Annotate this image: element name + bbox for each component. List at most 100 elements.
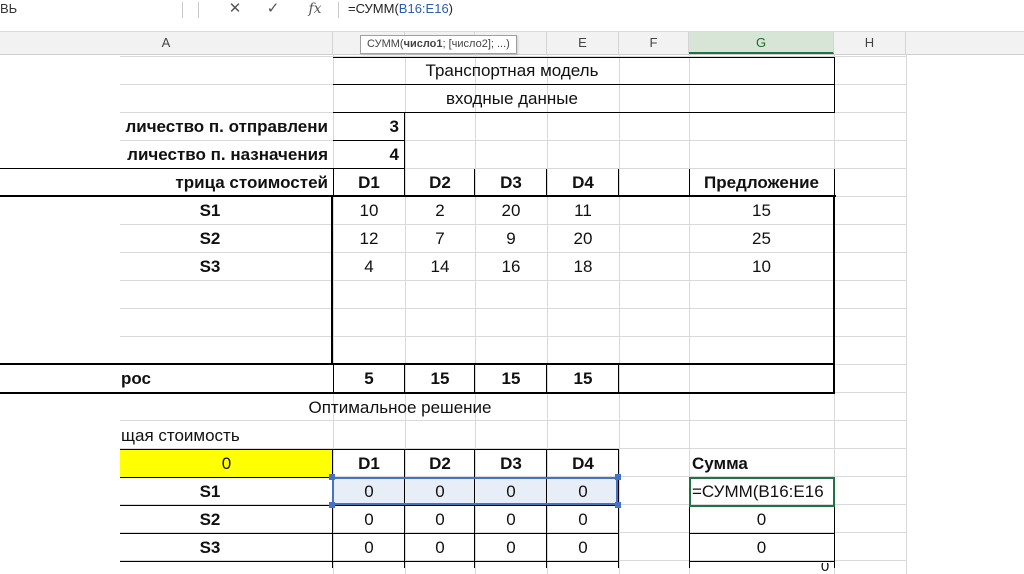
destination-header[interactable]: D3 (475, 169, 547, 197)
destination-header[interactable]: D2 (405, 450, 475, 478)
supply-cell[interactable]: 25 (689, 225, 834, 253)
border-line (474, 365, 475, 393)
source-label[interactable]: S3 (120, 253, 300, 281)
solution-cell[interactable]: 0 (333, 534, 405, 562)
cost-cell[interactable]: 7 (405, 225, 475, 253)
source-label[interactable]: S3 (120, 534, 300, 562)
solution-cell[interactable]: 0 (333, 506, 405, 534)
cost-cell[interactable]: 16 (475, 253, 547, 281)
senders-label[interactable]: личество п. отправлени (0, 113, 328, 141)
selection-handle[interactable] (329, 474, 335, 480)
border-line (404, 365, 405, 393)
gridline (120, 336, 906, 337)
border-line (404, 113, 405, 169)
selection-handle[interactable] (615, 474, 621, 480)
border-line (120, 449, 619, 450)
cost-matrix-label[interactable]: трица стоимостей (0, 169, 328, 197)
demand-cell[interactable]: 5 (333, 365, 405, 393)
source-label[interactable]: S2 (120, 506, 300, 534)
cost-cell[interactable]: 20 (475, 197, 547, 225)
border-line (689, 533, 835, 534)
sum-cell[interactable]: 0 (689, 506, 834, 534)
border-line (689, 169, 690, 197)
border-line (689, 561, 835, 562)
solution-cell[interactable]: 0 (475, 506, 547, 534)
border-line (618, 365, 619, 393)
border-line (546, 365, 547, 393)
demand-cell[interactable]: 15 (475, 365, 547, 393)
sum-header[interactable]: Сумма (692, 450, 832, 478)
active-cell[interactable] (689, 477, 835, 507)
senders-value[interactable]: 3 (333, 113, 399, 141)
cost-cell[interactable]: 20 (547, 225, 619, 253)
total-cost-value[interactable]: 0 (120, 450, 333, 478)
cost-cell[interactable]: 10 (333, 197, 405, 225)
destination-header[interactable]: D4 (547, 169, 619, 197)
supply-cell[interactable]: 10 (689, 253, 834, 281)
solution-cell[interactable]: 0 (405, 534, 475, 562)
border-line (618, 450, 619, 568)
gridline (906, 54, 907, 574)
receivers-value[interactable]: 4 (333, 141, 399, 169)
cost-cell[interactable]: 14 (405, 253, 475, 281)
border-line (0, 392, 835, 394)
solution-cell[interactable]: 0 (405, 506, 475, 534)
solution-cell[interactable]: 0 (547, 534, 619, 562)
border-line (333, 365, 334, 393)
cost-cell[interactable]: 9 (475, 225, 547, 253)
border-line (120, 505, 619, 506)
border-line (0, 195, 836, 197)
source-label[interactable]: S1 (120, 478, 300, 506)
destination-header[interactable]: D3 (475, 450, 547, 478)
cost-cell[interactable]: 2 (405, 197, 475, 225)
border-line (834, 169, 835, 197)
cost-cell[interactable]: 11 (547, 197, 619, 225)
sheet-title[interactable]: Транспортная модель (333, 57, 691, 85)
border-line (404, 169, 405, 197)
solution-cell[interactable]: 0 (547, 506, 619, 534)
sheet-subtitle[interactable]: входные данные (333, 85, 691, 113)
border-line (834, 57, 835, 113)
supply-cell[interactable]: 15 (689, 197, 834, 225)
border-line (0, 363, 835, 365)
border-line (332, 450, 333, 568)
border-line (333, 140, 405, 141)
cut-off-cell: 0 (820, 563, 830, 574)
sum-cell[interactable]: 0 (689, 534, 834, 562)
demand-cell[interactable]: 15 (547, 365, 619, 393)
cost-cell[interactable]: 12 (333, 225, 405, 253)
cost-cell[interactable]: 4 (333, 253, 405, 281)
border-line (0, 168, 405, 169)
receivers-label[interactable]: личество п. назначения (0, 141, 328, 169)
cost-cell[interactable]: 18 (547, 253, 619, 281)
source-label[interactable]: S2 (120, 225, 300, 253)
gridline (120, 308, 906, 309)
selection-handle[interactable] (615, 502, 621, 508)
border-line (333, 57, 835, 58)
selection-handle[interactable] (329, 502, 335, 508)
border-line (474, 169, 475, 197)
border-line (333, 84, 835, 85)
destination-header[interactable]: D4 (547, 450, 619, 478)
supply-header[interactable]: Предложение (689, 169, 834, 197)
gridline (619, 54, 620, 574)
border-line (618, 169, 619, 197)
border-line (120, 561, 619, 562)
border-line (333, 112, 835, 113)
total-cost-label[interactable]: щая стоимость (121, 422, 381, 450)
optimal-title[interactable]: Оптимальное решение (200, 394, 600, 422)
border-line (331, 195, 333, 365)
border-line (120, 533, 619, 534)
solution-cell[interactable]: 0 (475, 534, 547, 562)
border-line (404, 450, 405, 568)
range-selection[interactable] (332, 477, 618, 505)
source-label[interactable]: S1 (120, 197, 300, 225)
destination-header[interactable]: D2 (405, 169, 475, 197)
border-line (474, 450, 475, 568)
demand-label[interactable]: рос (121, 365, 321, 393)
destination-header[interactable]: D1 (333, 450, 405, 478)
border-line (546, 169, 547, 197)
demand-cell[interactable]: 15 (405, 365, 475, 393)
border-line (546, 450, 547, 568)
destination-header[interactable]: D1 (333, 169, 405, 197)
